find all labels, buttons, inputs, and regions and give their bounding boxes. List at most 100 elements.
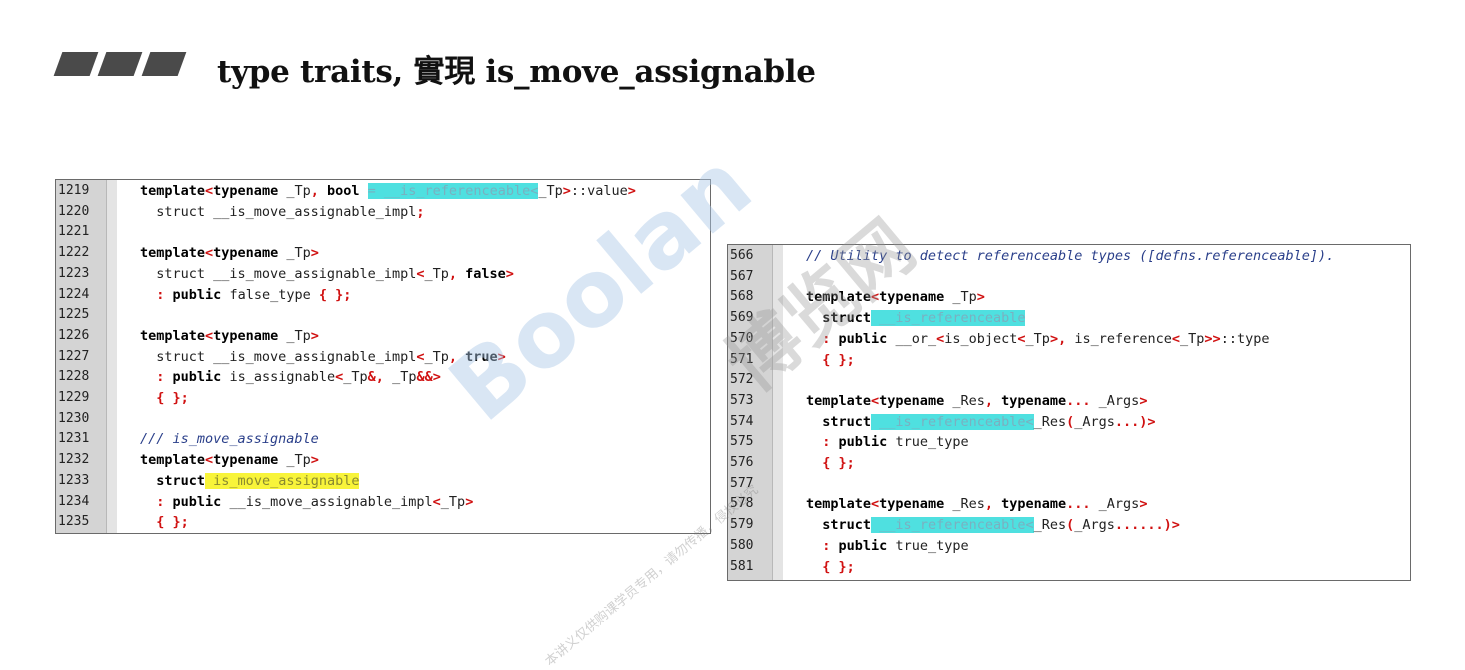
code-text: { }; xyxy=(156,390,189,406)
line-number: 1221 xyxy=(58,224,90,240)
code-text: struct __is_referenceable xyxy=(822,310,1026,327)
code-text: template<typename _Tp> xyxy=(140,245,319,262)
code-line: 575 : public true_type xyxy=(728,432,1410,453)
line-number: 577 xyxy=(730,475,754,491)
line-number: 1234 xyxy=(58,493,90,509)
line-number: 1220 xyxy=(58,203,90,219)
bullet-bar-1 xyxy=(53,52,99,76)
code-line: 1235 { }; xyxy=(56,512,710,533)
code-text: template<typename _Tp> xyxy=(140,452,319,469)
line-number: 1226 xyxy=(58,327,90,343)
code-line: 1234 : public __is_move_assignable_impl<… xyxy=(56,492,710,513)
code-line: 1219 template<typename _Tp, bool = __is_r… xyxy=(56,181,710,202)
code-text: struct __is_move_assignable_impl; xyxy=(140,203,425,220)
code-line: 581 { }; xyxy=(728,557,1410,578)
slide-title: type traits, 實現 is_move_assignable xyxy=(217,54,816,90)
line-number: 574 xyxy=(730,413,754,429)
line-number: 1223 xyxy=(58,265,90,281)
code-text: template<typename _Tp> xyxy=(140,327,319,344)
line-number: 1222 xyxy=(58,245,90,261)
code-line: 571 { }; xyxy=(728,350,1410,371)
code-line: 1233 struct is_move_assignable xyxy=(56,471,710,492)
code-line: 1223 struct __is_move_assignable_impl<_T… xyxy=(56,264,710,285)
code-line: 573 template<typename _Res, typename... _… xyxy=(728,391,1410,412)
code-text: struct __is_move_assignable_impl<_Tp, fa… xyxy=(140,265,514,282)
code-line: 1228 : public is_assignable<_Tp&, _Tp&&> xyxy=(56,367,710,388)
line-number: 1235 xyxy=(58,514,90,530)
line-number: 1228 xyxy=(58,369,90,385)
code-text: struct __is_move_assignable_impl<_Tp, tr… xyxy=(140,348,506,365)
code-line: 570 : public __or_<is_object<_Tp>, is_re… xyxy=(728,329,1410,350)
code-line: 1231 /// is_move_assignable xyxy=(56,429,710,450)
code-text: struct __is_referenceable<_Res(_Args...)… xyxy=(822,413,1156,430)
code-line: 1227 struct __is_move_assignable_impl<_T… xyxy=(56,347,710,368)
code-line: 1229 { }; xyxy=(56,388,710,409)
line-number: 567 xyxy=(730,268,754,284)
code-text: : public true_type xyxy=(822,434,969,451)
code-line: 566 // Utility to detect referenceable ty… xyxy=(728,246,1410,267)
code-text: : public true_type xyxy=(822,537,969,554)
line-number: 1225 xyxy=(58,307,90,323)
line-number: 578 xyxy=(730,496,754,512)
line-number: 1230 xyxy=(58,410,90,426)
line-number: 573 xyxy=(730,392,754,408)
line-number: 1229 xyxy=(58,390,90,405)
code-text: { }; xyxy=(822,558,855,575)
code-line: 572 xyxy=(728,370,1410,391)
code-line: 1232 template<typename _Tp> xyxy=(56,450,710,471)
line-number: 1233 xyxy=(58,472,90,488)
code-line: 569 struct __is_referenceable xyxy=(728,308,1410,329)
code-text: // Utility to detect referenceable types… xyxy=(806,248,1335,264)
bullet-bar-3 xyxy=(141,52,187,76)
title-bullets xyxy=(53,52,187,78)
line-number: 1227 xyxy=(58,348,90,364)
code-line: 1230 xyxy=(56,409,710,430)
code-line: 1226 template<typename _Tp> xyxy=(56,326,710,347)
code-line: 574 struct __is_referenceable<_Res(_Args… xyxy=(728,412,1410,433)
code-line: 1220 struct __is_move_assignable_impl; xyxy=(56,202,710,223)
code-line: 578 template<typename _Res, typename... _… xyxy=(728,494,1410,515)
bullet-bar-2 xyxy=(97,52,143,76)
code-line: 1222 template<typename _Tp> xyxy=(56,243,710,264)
code-panel-is-referenceable: 566 // Utility to detect referenceable ty… xyxy=(727,244,1411,581)
code-text: { }; xyxy=(822,351,855,368)
code-text: : public __or_<is_object<_Tp>, is_refere… xyxy=(822,330,1270,347)
code-text: template<typename _Res, typename... _Arg… xyxy=(806,392,1148,409)
line-number: 1232 xyxy=(58,452,90,468)
line-number: 572 xyxy=(730,372,754,388)
line-number: 579 xyxy=(730,517,754,533)
code-line: 1225 xyxy=(56,305,710,326)
code-text: { }; xyxy=(156,514,189,531)
line-number: 576 xyxy=(730,455,754,470)
code-line: 579 struct __is_referenceable<_Res(_Args… xyxy=(728,515,1410,536)
code-line: 1224 : public false_type { }; xyxy=(56,285,710,306)
code-text: struct is_move_assignable xyxy=(156,472,360,489)
line-number: 566 xyxy=(730,248,754,263)
line-number: 570 xyxy=(730,330,754,346)
code-text: { }; xyxy=(822,455,855,471)
code-text: template<typename _Tp> xyxy=(806,289,985,306)
code-panel-is-move-assignable: 1219 template<typename _Tp, bool = __is_r… xyxy=(55,179,711,534)
code-line: 576 { }; xyxy=(728,453,1410,474)
code-line: 580 : public true_type xyxy=(728,536,1410,557)
line-number: 568 xyxy=(730,289,754,305)
code-text: template<typename _Tp, bool = __is_refer… xyxy=(140,183,636,199)
line-number: 581 xyxy=(730,558,754,574)
line-number: 575 xyxy=(730,434,754,450)
code-text: : public __is_move_assignable_impl<_Tp> xyxy=(156,493,474,510)
line-number: 1219 xyxy=(58,183,90,198)
code-line: 567 xyxy=(728,267,1410,288)
code-line: 568 template<typename _Tp> xyxy=(728,287,1410,308)
code-text: template<typename _Res, typename... _Arg… xyxy=(806,496,1148,513)
code-line: 577 xyxy=(728,474,1410,495)
code-text: struct __is_referenceable<_Res(_Args....… xyxy=(822,517,1180,534)
line-number: 571 xyxy=(730,351,754,367)
line-number: 1224 xyxy=(58,286,90,302)
line-number: 580 xyxy=(730,537,754,553)
code-text: /// is_move_assignable xyxy=(140,431,319,448)
line-number: 569 xyxy=(730,310,754,326)
code-text: : public false_type { }; xyxy=(156,286,352,303)
code-text: : public is_assignable<_Tp&, _Tp&&> xyxy=(156,369,441,386)
code-line: 1221 xyxy=(56,222,710,243)
line-number: 1231 xyxy=(58,431,90,447)
